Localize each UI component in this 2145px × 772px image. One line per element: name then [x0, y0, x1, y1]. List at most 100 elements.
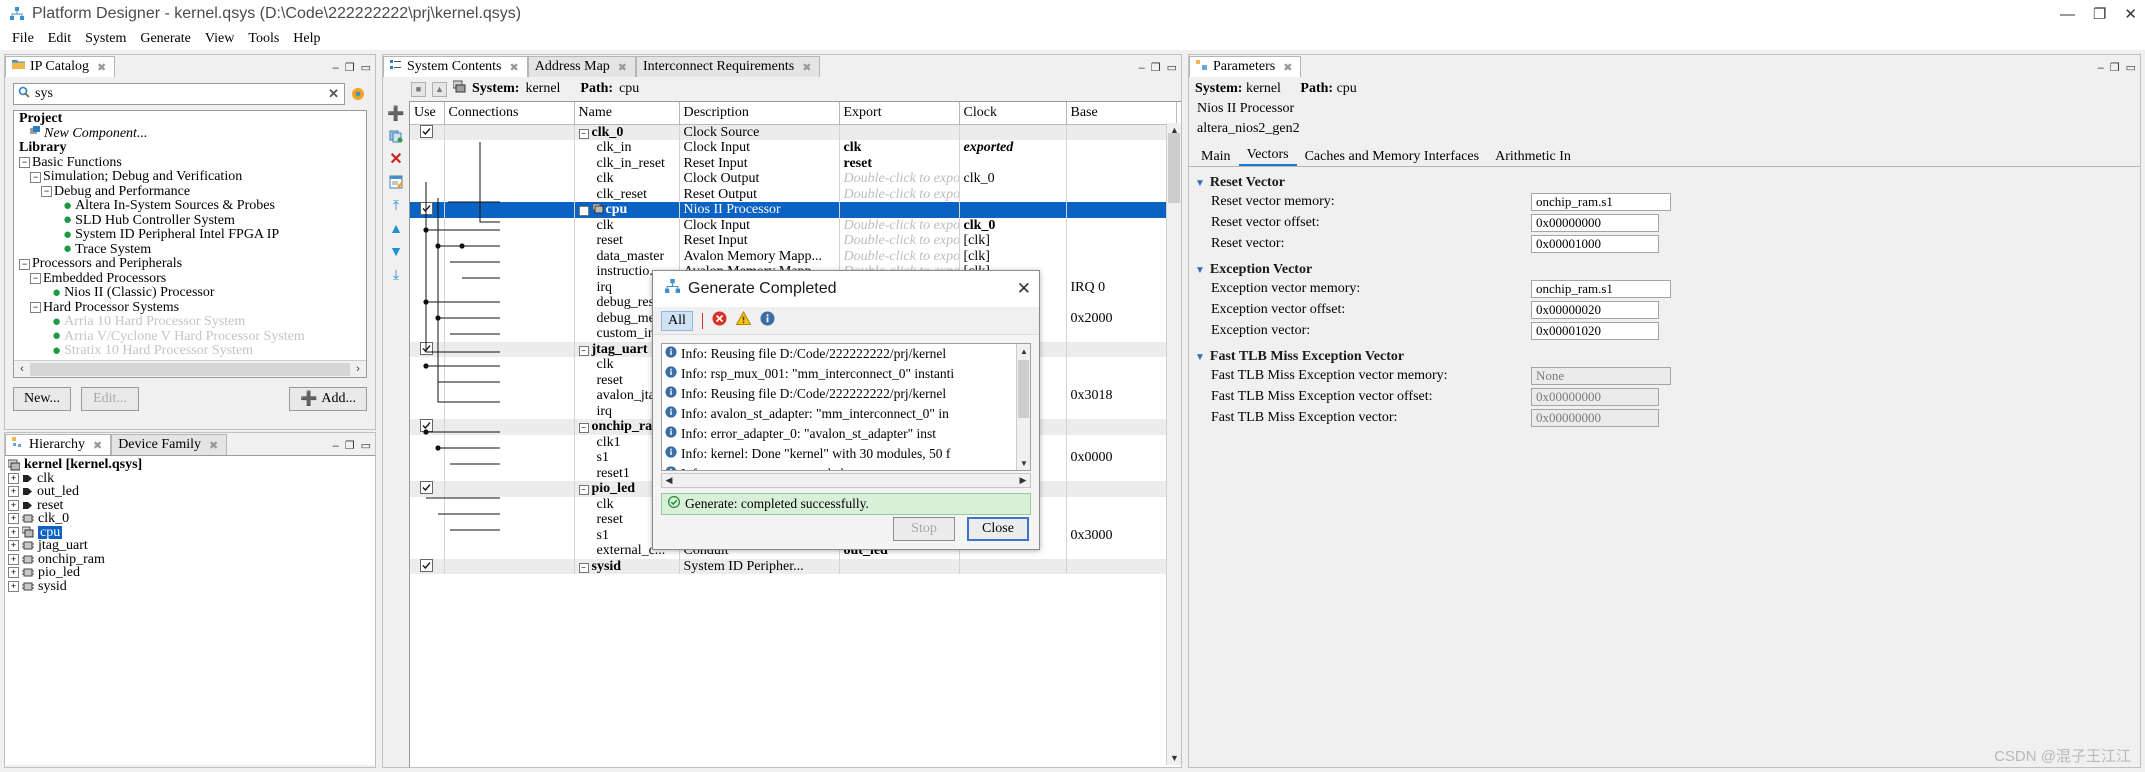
parameters-section-header[interactable]: ▼ Exception Vector: [1189, 262, 2140, 278]
log-line[interactable]: Info: rsp_mux_001: "mm_interconnect_0" i…: [662, 364, 1030, 384]
cell-base[interactable]: [1066, 217, 1177, 233]
vscroll-thumb[interactable]: [1168, 133, 1180, 203]
cell-clock[interactable]: clk_0: [959, 217, 1067, 233]
tree-collapse-icon[interactable]: −: [30, 171, 41, 183]
cell-connections[interactable]: [444, 124, 575, 140]
menu-generate[interactable]: Generate: [133, 30, 198, 48]
parameter-input[interactable]: 0x00001000: [1531, 234, 1659, 253]
cell-clock[interactable]: [clk]: [959, 248, 1067, 264]
cell-export[interactable]: Double-click to export: [839, 248, 960, 264]
cell-connections[interactable]: [444, 264, 575, 280]
hierarchy-node[interactable]: + pio_led: [5, 566, 375, 580]
panel-float-icon[interactable]: ❐: [1151, 63, 1161, 74]
log-line[interactable]: Info: Reusing file D:/Code/222222222/prj…: [662, 384, 1030, 404]
menu-file[interactable]: File: [5, 30, 41, 48]
panel-maximize-icon[interactable]: ▭: [361, 63, 371, 74]
log-scroll-right-icon[interactable]: ▶: [1016, 475, 1030, 486]
cell-connections[interactable]: [444, 388, 575, 404]
panel-minimize-icon[interactable]: –: [2098, 63, 2104, 74]
log-scroll-down-icon[interactable]: ▼: [1017, 456, 1030, 470]
column-header-description[interactable]: Description: [679, 102, 840, 125]
add-button[interactable]: ➕ Add...: [288, 387, 367, 411]
use-checkbox[interactable]: [420, 481, 434, 494]
column-header-name[interactable]: Name: [574, 102, 680, 125]
ip-tree-node[interactable]: ● Nios II (Classic) Processor: [17, 285, 366, 301]
hierarchy-node[interactable]: + clk: [5, 471, 375, 486]
column-header-connections[interactable]: Connections: [444, 102, 575, 125]
column-header-export[interactable]: Export: [839, 102, 960, 125]
cell-name[interactable]: clk_in: [574, 140, 680, 156]
tab-interconnect-requirements[interactable]: Interconnect Requirements ✖: [636, 56, 821, 77]
hierarchy-node[interactable]: + reset: [5, 498, 375, 513]
cell-export[interactable]: clk: [839, 140, 960, 156]
cell-use[interactable]: [410, 403, 445, 419]
cell-clock[interactable]: exported: [959, 140, 1067, 156]
menu-edit[interactable]: Edit: [41, 30, 78, 48]
expand-icon[interactable]: +: [8, 580, 19, 592]
cell-base[interactable]: IRQ 0: [1066, 279, 1177, 295]
info-icon[interactable]: [760, 311, 775, 331]
close-icon[interactable]: ✖: [802, 61, 811, 74]
parameter-select[interactable]: onchip_ram.s1: [1531, 192, 1671, 211]
cell-connections[interactable]: [444, 403, 575, 419]
cell-connections[interactable]: [444, 372, 575, 388]
cell-use[interactable]: [410, 217, 445, 233]
log-line[interactable]: Info: error_adapter_0: "avalon_st_adapte…: [662, 424, 1030, 444]
row-collapse-icon[interactable]: −: [578, 562, 589, 573]
cell-connections[interactable]: [444, 543, 575, 559]
cell-base[interactable]: [1066, 264, 1177, 280]
ip-tree-node[interactable]: ● Arria 10 Hard Processor System: [17, 314, 366, 330]
cell-name[interactable]: clk_in_reset: [574, 155, 680, 171]
cell-name[interactable]: clk: [574, 171, 680, 187]
expand-icon[interactable]: +: [8, 486, 19, 498]
cell-use[interactable]: [410, 233, 445, 249]
cell-base[interactable]: [1066, 372, 1177, 388]
cell-base[interactable]: [1066, 341, 1177, 357]
remove-icon[interactable]: ✕: [388, 151, 404, 168]
ip-tree-node[interactable]: ● Arria V/Cyclone V Hard Processor System: [17, 329, 366, 345]
cell-connections[interactable]: [444, 496, 575, 512]
cell-base[interactable]: [1066, 155, 1177, 171]
tab-device-family[interactable]: Device Family ✖: [111, 434, 228, 455]
parameters-section-header[interactable]: ▼ Reset Vector: [1189, 175, 2140, 191]
ip-tree-node[interactable]: Library: [17, 140, 366, 156]
panel-maximize-icon[interactable]: ▭: [361, 441, 371, 452]
panel-float-icon[interactable]: ❐: [2110, 63, 2120, 74]
use-checkbox[interactable]: [420, 341, 434, 355]
stop-button[interactable]: Stop: [893, 517, 955, 541]
expand-icon[interactable]: +: [8, 553, 19, 565]
cell-base[interactable]: [1066, 496, 1177, 512]
table-row[interactable]: clk_in Clock Input clk exported: [410, 140, 1181, 156]
panel-minimize-icon[interactable]: –: [1139, 63, 1145, 74]
tree-collapse-icon[interactable]: −: [41, 186, 52, 198]
cell-name[interactable]: clk_reset: [574, 186, 680, 202]
ip-tree-node[interactable]: Project: [17, 111, 366, 127]
parameter-input[interactable]: 0x00000000: [1531, 387, 1659, 406]
cell-use[interactable]: [410, 434, 445, 450]
cell-name[interactable]: reset: [574, 233, 680, 249]
cell-connections[interactable]: [444, 465, 575, 481]
cell-connections[interactable]: [444, 326, 575, 342]
expand-icon[interactable]: +: [8, 513, 19, 525]
cell-export[interactable]: Double-click to export: [839, 186, 960, 202]
log-scroll-up-icon[interactable]: ▲: [1017, 344, 1030, 358]
warning-icon[interactable]: [735, 310, 752, 331]
panel-float-icon[interactable]: ❐: [345, 63, 355, 74]
panel-maximize-icon[interactable]: ▭: [1167, 63, 1177, 74]
chevron-down-icon[interactable]: ▼: [1195, 265, 1205, 276]
cell-name[interactable]: − clk_0: [574, 124, 680, 140]
cell-use[interactable]: [410, 419, 445, 435]
cell-connections[interactable]: [444, 140, 575, 156]
cell-connections[interactable]: [444, 512, 575, 528]
cell-connections[interactable]: [444, 233, 575, 249]
tab-main[interactable]: Main: [1193, 148, 1239, 166]
cell-use[interactable]: [410, 155, 445, 171]
cell-export[interactable]: Double-click to export: [839, 171, 960, 187]
cell-connections[interactable]: [444, 155, 575, 171]
use-checkbox[interactable]: [420, 419, 434, 432]
hierarchy-node[interactable]: + cpu: [5, 525, 375, 539]
cell-connections[interactable]: [444, 171, 575, 187]
cell-base[interactable]: [1066, 419, 1177, 435]
cell-base[interactable]: [1066, 248, 1177, 264]
cell-export[interactable]: [839, 558, 960, 574]
